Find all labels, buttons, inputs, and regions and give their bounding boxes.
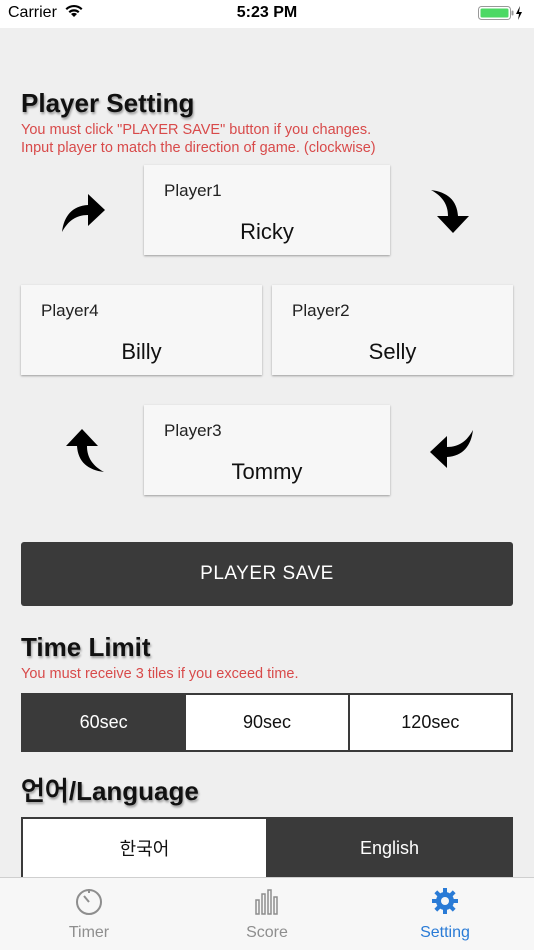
tab-timer-label: Timer: [68, 924, 110, 941]
player1-field[interactable]: Player1 Ricky: [144, 165, 390, 255]
tab-score[interactable]: Score: [178, 878, 356, 950]
curved-arrow-left-icon: [429, 428, 475, 479]
player3-field[interactable]: Player3 Tommy: [144, 405, 390, 495]
bar-chart-icon: [178, 886, 356, 916]
time-option-120sec[interactable]: 120sec: [347, 695, 511, 750]
player4-field[interactable]: Player4 Billy: [21, 285, 262, 375]
player3-name: Tommy: [231, 459, 303, 484]
tab-setting-label: Setting: [420, 924, 470, 941]
stopwatch-icon: [0, 886, 178, 916]
player-setting-title: Player Setting: [21, 88, 195, 118]
clock-time: 5:23 PM: [236, 4, 298, 21]
direction-warning: Input player to match the direction of g…: [21, 140, 376, 156]
language-title: 언어/Language: [21, 776, 199, 806]
tab-timer[interactable]: Timer: [0, 878, 178, 950]
player3-label: Player3: [164, 421, 222, 440]
time-option-60sec[interactable]: 60sec: [23, 695, 185, 750]
player-save-warning: You must click "PLAYER SAVE" button if y…: [21, 122, 372, 138]
gear-icon: [356, 886, 534, 916]
player-save-button[interactable]: PLAYER SAVE: [21, 542, 513, 606]
status-bar: Carrier 5:23 PM: [0, 0, 534, 28]
language-segmented-control: 한국어 English: [21, 817, 513, 877]
player1-label: Player1: [164, 181, 222, 200]
curved-arrow-up-icon: [60, 428, 106, 479]
tab-bar: Timer Score Setting: [0, 877, 534, 950]
curved-arrow-down-icon: [429, 188, 475, 239]
language-option-english[interactable]: English: [266, 819, 511, 877]
player2-field[interactable]: Player2 Selly: [272, 285, 513, 375]
time-option-90sec[interactable]: 90sec: [184, 695, 348, 750]
time-limit-segmented-control: 60sec 90sec 120sec: [21, 693, 513, 752]
language-option-korean[interactable]: 한국어: [23, 819, 266, 877]
player4-name: Billy: [121, 339, 162, 364]
time-limit-warning: You must receive 3 tiles if you exceed t…: [21, 666, 299, 682]
time-limit-title: Time Limit: [21, 632, 151, 662]
battery-icon: [478, 5, 524, 26]
tab-setting[interactable]: Setting: [356, 878, 534, 950]
player2-name: Selly: [368, 339, 417, 364]
player2-label: Player2: [292, 301, 350, 320]
player4-label: Player4: [41, 301, 99, 320]
curved-arrow-up-right-icon: [60, 188, 106, 239]
player1-name: Ricky: [240, 219, 294, 244]
tab-score-label: Score: [246, 924, 288, 941]
